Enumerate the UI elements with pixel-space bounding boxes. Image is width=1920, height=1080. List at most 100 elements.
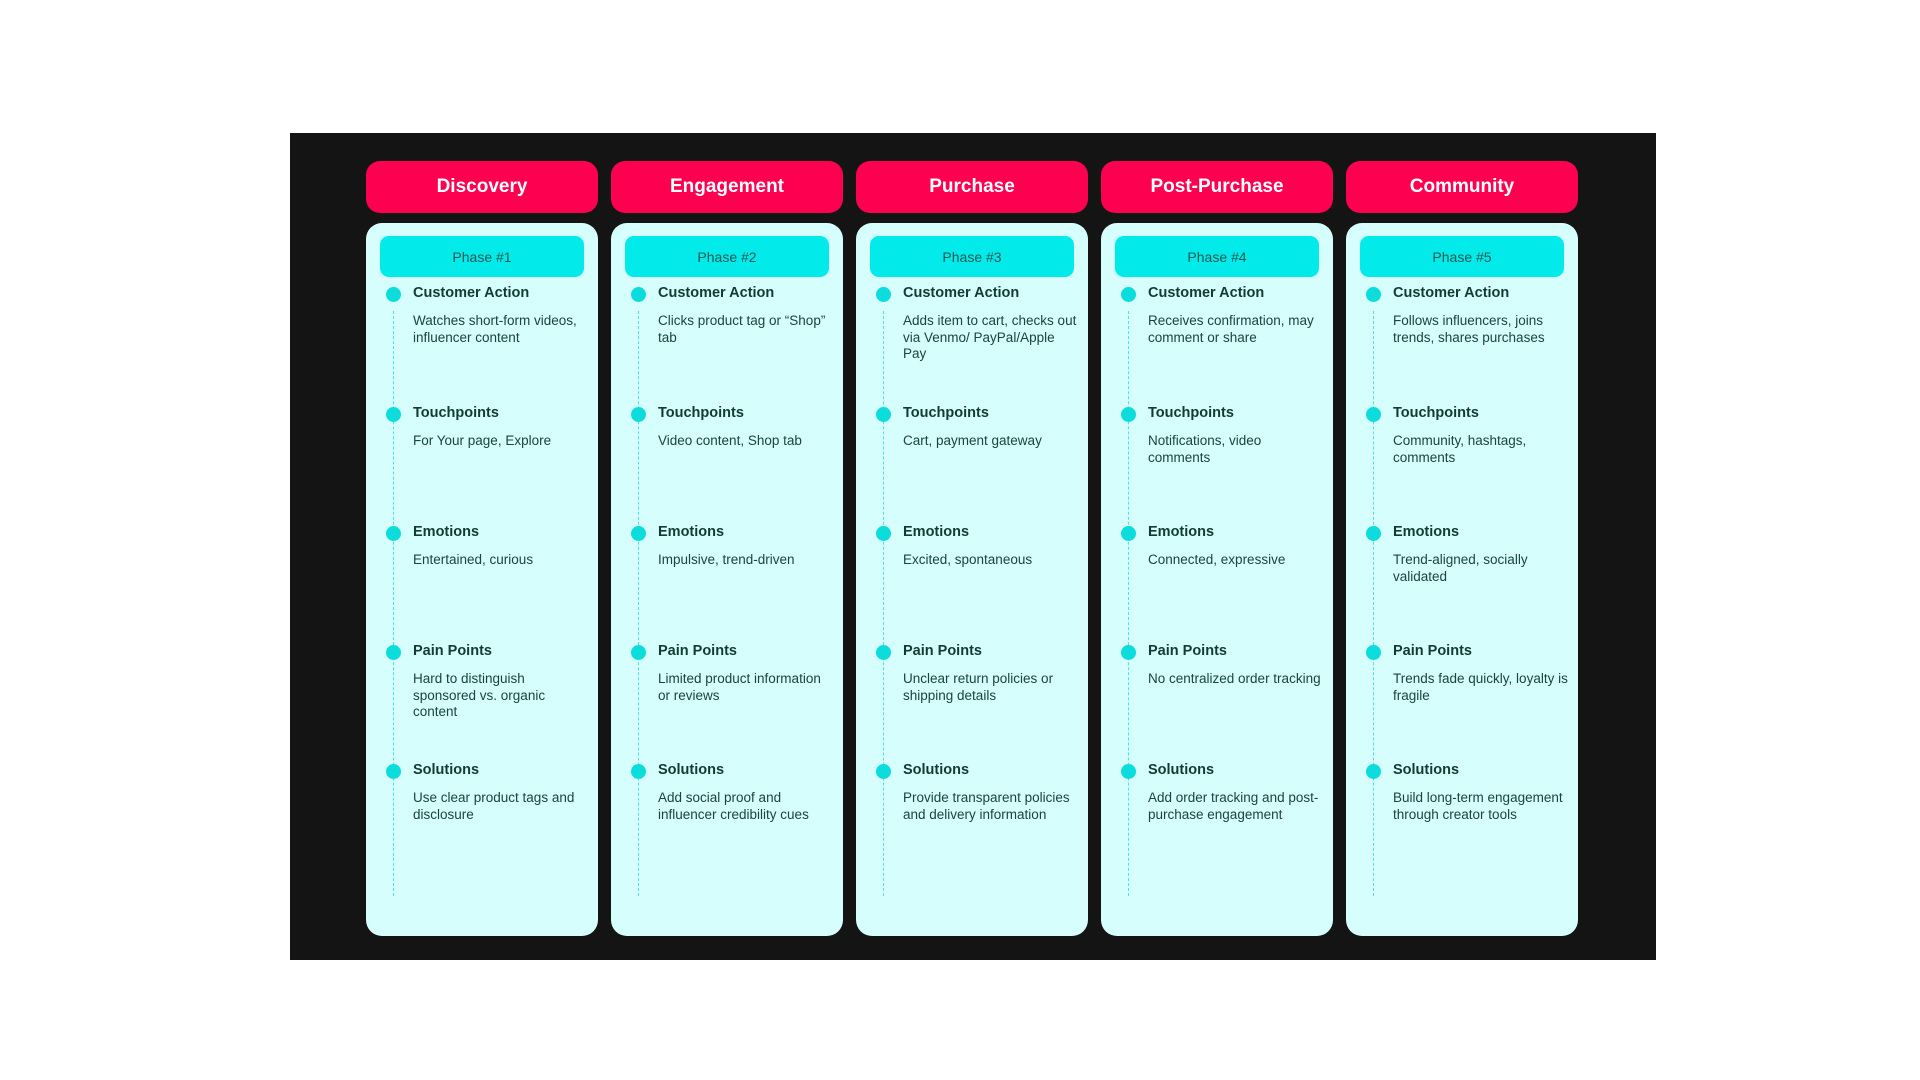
stage-description: Trends fade quickly, loyalty is fragile — [1393, 671, 1568, 703]
phase-number-badge: Phase #3 — [870, 236, 1074, 277]
stage-title: Emotions — [413, 524, 480, 540]
timeline-dot-icon — [1121, 764, 1136, 779]
phase-number-badge: Phase #1 — [380, 236, 584, 277]
stage-title: Emotions — [903, 524, 970, 540]
phase-header: Post-Purchase — [1101, 161, 1333, 213]
phase-column-5: Community Phase #5 Customer Action Follows … — [1346, 161, 1578, 936]
stage-title: Pain Points — [413, 643, 492, 659]
phase-card: Phase #5 Customer Action Follows influence… — [1346, 223, 1578, 936]
phase-card: Phase #4 Customer Action Receives confirma… — [1101, 223, 1333, 936]
stage-title: Customer Action — [658, 285, 775, 301]
stage-description: Watches short-form videos, influencer co… — [413, 313, 577, 345]
timeline-dot-icon — [631, 407, 646, 422]
timeline-dot-icon — [386, 645, 401, 660]
stage-description: Trend-aligned, socially validated — [1393, 552, 1528, 584]
timeline-dot-icon — [1366, 764, 1381, 779]
phase-number-badge: Phase #5 — [1360, 236, 1564, 277]
stage-title: Emotions — [1148, 524, 1215, 540]
timeline-dot-icon — [386, 287, 401, 302]
timeline-dot-icon — [631, 287, 646, 302]
stage-description: Provide transparent policies and deliver… — [903, 790, 1070, 822]
stage-description: Follows influencers, joins trends, share… — [1393, 313, 1545, 345]
timeline-dot-icon — [1366, 645, 1381, 660]
timeline-dashed-line — [393, 311, 394, 896]
phase-column-1: Discovery Phase #1 Customer Action Watches … — [366, 161, 598, 936]
stage-title: Pain Points — [1393, 643, 1472, 659]
stage-title: Customer Action — [1148, 285, 1265, 301]
stage-description: Use clear product tags and disclosure — [413, 790, 575, 822]
stage-title: Solutions — [413, 762, 480, 778]
stage-description: Unclear return policies or shipping deta… — [903, 671, 1054, 703]
timeline-dot-icon — [876, 407, 891, 422]
timeline-dot-icon — [631, 526, 646, 541]
timeline-dashed-line — [883, 311, 884, 896]
timeline-dot-icon — [1366, 526, 1381, 541]
timeline-dot-icon — [876, 287, 891, 302]
stage-description: Add social proof and influencer credibil… — [658, 790, 809, 822]
stage-description: Build long-term engagement through creat… — [1393, 790, 1563, 822]
stage-title: Solutions — [903, 762, 970, 778]
stage-description: Limited product information or reviews — [658, 671, 821, 703]
timeline-dot-icon — [876, 526, 891, 541]
phase-header: Engagement — [611, 161, 843, 213]
stage-title: Touchpoints — [903, 405, 989, 421]
stage-title: Pain Points — [903, 643, 982, 659]
stage-title: Solutions — [658, 762, 725, 778]
stage-description: Notifications, video comments — [1148, 433, 1262, 465]
phase-card: Phase #2 Customer Action Clicks product ta… — [611, 223, 843, 936]
stage-title: Touchpoints — [1148, 405, 1234, 421]
timeline-dot-icon — [631, 645, 646, 660]
stage-description: Cart, payment gateway — [903, 433, 1042, 448]
stage-title: Touchpoints — [413, 405, 499, 421]
timeline-dot-icon — [1121, 287, 1136, 302]
timeline-dot-icon — [386, 526, 401, 541]
stage-description: Receives confirmation, may comment or sh… — [1148, 313, 1314, 345]
stage-title: Touchpoints — [1393, 405, 1479, 421]
stage-description: Clicks product tag or “Shop” tab — [658, 313, 826, 345]
stage-title: Pain Points — [1148, 643, 1227, 659]
stage-description: Excited, spontaneous — [903, 552, 1033, 567]
stage-description: Impulsive, trend-driven — [658, 552, 795, 567]
timeline-dot-icon — [1121, 407, 1136, 422]
stage-description: Connected, expressive — [1148, 552, 1286, 567]
phase-number-badge: Phase #2 — [625, 236, 829, 277]
stage-title: Emotions — [658, 524, 725, 540]
phase-column-4: Post-Purchase Phase #4 Customer Action Rece… — [1101, 161, 1333, 936]
stage-title: Solutions — [1393, 762, 1460, 778]
timeline-dashed-line — [638, 311, 639, 896]
stage-description: No centralized order tracking — [1148, 671, 1321, 686]
timeline-dot-icon — [876, 764, 891, 779]
timeline-dot-icon — [876, 645, 891, 660]
stage-description: Video content, Shop tab — [658, 433, 802, 448]
stage-title: Touchpoints — [658, 405, 744, 421]
timeline-dashed-line — [1373, 311, 1374, 896]
timeline-dot-icon — [1121, 526, 1136, 541]
timeline-dot-icon — [1366, 287, 1381, 302]
timeline-dot-icon — [386, 407, 401, 422]
phase-number-badge: Phase #4 — [1115, 236, 1319, 277]
stage-description: Hard to distinguish sponsored vs. organi… — [413, 671, 546, 719]
stage-title: Customer Action — [1393, 285, 1510, 301]
phase-column-3: Purchase Phase #3 Customer Action Adds item… — [856, 161, 1088, 936]
phase-column-2: Engagement Phase #2 Customer Action Clicks … — [611, 161, 843, 936]
phase-card: Phase #3 Customer Action Adds item to cart… — [856, 223, 1088, 936]
journey-map-board: Discovery Phase #1 Customer Action Watches … — [290, 133, 1656, 960]
stage-description: Adds item to cart, checks out via Venmo/… — [903, 313, 1077, 361]
stage-title: Customer Action — [903, 285, 1020, 301]
stage-description: Entertained, curious — [413, 552, 534, 567]
timeline-dot-icon — [631, 764, 646, 779]
stage-title: Pain Points — [658, 643, 737, 659]
phase-header: Purchase — [856, 161, 1088, 213]
timeline-dot-icon — [1366, 407, 1381, 422]
stage-title: Emotions — [1393, 524, 1460, 540]
stage-description: Community, hashtags, comments — [1393, 433, 1527, 465]
timeline-dot-icon — [386, 764, 401, 779]
phase-header: Discovery — [366, 161, 598, 213]
timeline-dot-icon — [1121, 645, 1136, 660]
stage-description: For Your page, Explore — [413, 433, 552, 448]
stage-title: Customer Action — [413, 285, 530, 301]
stage-description: Add order tracking and post-purchase eng… — [1148, 790, 1319, 822]
timeline-dashed-line — [1128, 311, 1129, 896]
phase-header: Community — [1346, 161, 1578, 213]
stage-title: Solutions — [1148, 762, 1215, 778]
